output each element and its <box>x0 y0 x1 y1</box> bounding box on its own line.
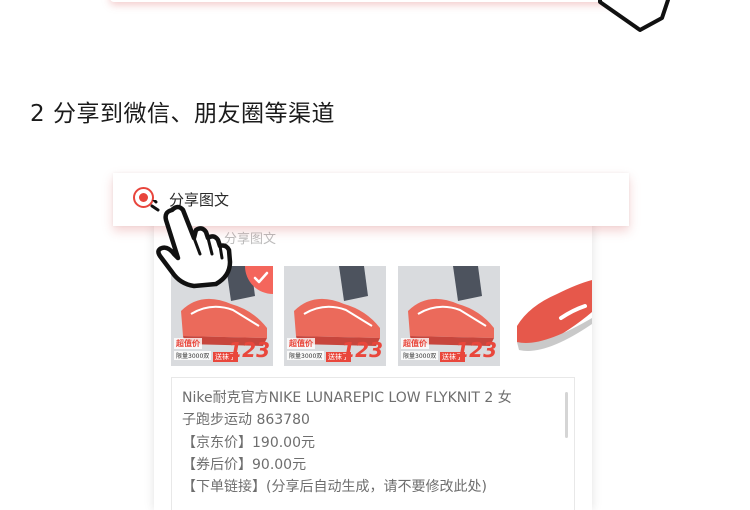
promo-price: 123 <box>228 338 270 362</box>
promo-title: 超值价 <box>174 338 202 349</box>
product-title-line: Nike耐克官方NIKE LUNAREPIC LOW FLYKNIT 2 女 <box>182 390 512 406</box>
step-title: 2 分享到微信、朋友圈等渠道 <box>30 101 335 127</box>
coupon-price-line: 【券后价】90.00元 <box>182 457 307 473</box>
promo-banner: 超值价 限量3000双 送袜子 123 <box>398 336 500 366</box>
product-title-line: 子跑步运动 863780 <box>182 412 310 428</box>
promo-subtitle: 限量3000双 <box>401 351 439 360</box>
promo-title: 超值价 <box>287 338 315 349</box>
promo-banner: 超值价 限量3000双 送袜子 123 <box>284 336 386 366</box>
text-scrollbar[interactable] <box>565 392 568 438</box>
pointing-hand-icon <box>150 198 235 294</box>
product-thumbnail[interactable]: 超值价 限量3000双 送袜子 123 <box>398 266 500 366</box>
jd-price-line: 【京东价】190.00元 <box>182 435 315 451</box>
promo-subtitle: 限量3000双 <box>174 351 212 360</box>
promo-price: 123 <box>341 338 383 362</box>
promo-subtitle: 限量3000双 <box>287 351 325 360</box>
check-icon <box>253 271 269 284</box>
radio-dot <box>139 193 148 202</box>
pointing-hand-icon <box>590 0 680 39</box>
previous-step-card <box>110 0 630 2</box>
order-link-line: 【下单链接】(分享后自动生成，请不要修改此处) <box>182 479 487 495</box>
product-thumbnail[interactable]: 超值价 限量3000双 送袜子 123 <box>284 266 386 366</box>
promo-price: 123 <box>455 338 497 362</box>
product-thumbnail[interactable] <box>511 266 592 366</box>
promo-banner: 超值价 限量3000双 送袜子 123 <box>171 336 273 366</box>
promo-title: 超值价 <box>401 338 429 349</box>
share-text-box[interactable]: Nike耐克官方NIKE LUNAREPIC LOW FLYKNIT 2 女 子… <box>171 377 575 510</box>
